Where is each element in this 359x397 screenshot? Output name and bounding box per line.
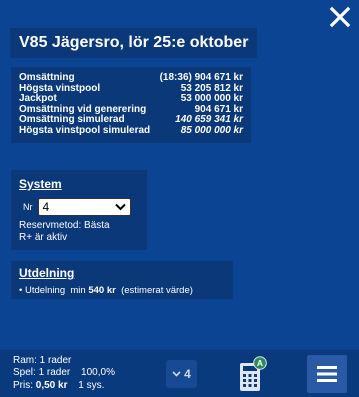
payout-line: • Utdelning min 540 kr (estimerat värde) (19, 285, 225, 296)
system-nr-value: 4 (42, 200, 50, 214)
menu-button[interactable] (307, 355, 347, 393)
price-value: 0,50 kr (35, 379, 68, 391)
spel-row: Spel: 1 rader 100,0% (13, 367, 115, 379)
hamburger-menu-icon (317, 366, 337, 382)
chevron-down-icon (114, 203, 126, 211)
stat-value: (18:36) 904 671 kr (159, 72, 243, 83)
calculator-icon[interactable]: A (239, 356, 267, 392)
ram-rows: Ram: 1 rader (13, 355, 72, 366)
bullet: • (19, 285, 23, 296)
stat-row-turnover: Omsättning (18:36) 904 671 kr (19, 72, 243, 84)
payout-min-label: min (70, 285, 86, 296)
close-icon[interactable] (329, 6, 351, 28)
calculator-badge: A (257, 358, 263, 368)
price-systems: 1 sys. (78, 379, 105, 391)
system-nr-select[interactable]: 4 (37, 198, 131, 216)
r-plus-status: R+ är aktiv (19, 232, 68, 243)
payout-title[interactable]: Utdelning (19, 266, 225, 280)
payout-label: Utdelning (24, 285, 66, 296)
reserve-method: Reservmetod: Bästa (19, 220, 110, 231)
payout-amount: 540 kr (88, 285, 116, 296)
turnover-stats-panel: Omsättning (18:36) 904 671 kr Högsta vin… (11, 67, 251, 143)
stat-label: Högsta vinstpool simulerad (19, 124, 151, 136)
price-label: Pris: (13, 379, 33, 391)
system-nr-row: Nr 4 (23, 198, 139, 216)
system-panel: System Nr 4 Reservmetod: Bästa R+ är akt… (11, 170, 147, 250)
footer-bar: Ram: 1 rader Spel: 1 rader 100,0% Pris: … (0, 350, 359, 397)
stat-value: 85 000 000 kr (180, 124, 243, 136)
price-row: Pris: 0,50 kr 1 sys. (13, 380, 115, 392)
stat-row-highest-pool-simulated: Högsta vinstpool simulerad 85 000 000 kr (19, 124, 243, 137)
system-count-button[interactable]: 4 (166, 360, 197, 388)
chevron-down-icon (172, 371, 181, 377)
system-count-value: 4 (184, 367, 191, 381)
bet-summary: Ram: 1 rader Spel: 1 rader 100,0% Pris: … (13, 355, 115, 392)
payout-panel: Utdelning • Utdelning min 540 kr (estime… (11, 261, 233, 299)
system-title[interactable]: System (19, 177, 139, 191)
payout-note: (estimerat värde) (121, 285, 193, 296)
page-title: V85 Jägersro, lör 25:e oktober (10, 28, 258, 58)
stat-label: Omsättning (19, 72, 75, 83)
spel-percent: 100,0% (81, 367, 115, 379)
nr-label: Nr (23, 202, 33, 212)
spel-rows: Spel: 1 rader (13, 367, 71, 379)
